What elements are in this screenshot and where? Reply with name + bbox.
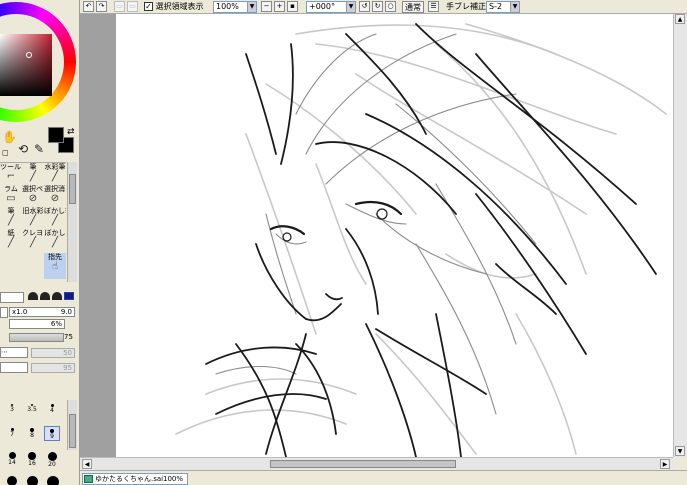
top-toolbar: ↶ ↷ ▭ ▭ ✓ 選択領域表示 100% ▼ − + ▪ +000° ▼ ↺ ↻ … [80,0,687,14]
size-preset-scrollbar[interactable] [67,400,77,450]
deselect-button[interactable]: ▭ [114,1,125,12]
size-preset-label: 3 [10,406,14,413]
brush-list-scrollbar[interactable] [67,162,77,282]
zoom-out-button[interactable]: − [261,1,272,12]
size-preset-label: 3.5 [27,406,37,413]
scroll-right-arrow[interactable]: ▶ [660,459,670,469]
size-preset-label: 9 [50,433,54,440]
size-preset[interactable]: 8 [24,426,40,439]
size-preset[interactable]: 3.5 [24,402,40,413]
swap-colors-icon[interactable]: ⇄ [67,127,75,137]
size-preset-label: 14 [8,459,16,466]
hand-icon[interactable]: ✋ [2,130,17,144]
size-preset[interactable]: 3 [4,402,20,413]
brush-shape-option-selected[interactable] [64,292,74,300]
size-preset-dot [47,452,57,461]
size-preset-label: 8 [30,432,34,439]
size-preset-dot[interactable] [7,476,17,485]
size-multiplier-arrow[interactable] [0,307,8,318]
zoom-reset-button[interactable]: ▪ [287,1,298,12]
density-slider[interactable] [9,333,64,342]
file-tab-bar: ゆかたるくちゃん.sai 100% [80,470,687,485]
rotation-reset-button[interactable]: ○ [385,1,396,12]
zoom-select[interactable]: 100% ▼ [213,1,257,13]
brush-tool-selected[interactable]: 指先 ☝ [44,253,66,279]
scroll-up-arrow[interactable]: ▲ [675,14,685,24]
min-size-field[interactable]: 6% [9,319,65,329]
brush-tool[interactable]: 紙 ╱ [0,229,22,255]
invert-selection-button[interactable]: ▭ [127,1,138,12]
zoom-in-button[interactable]: + [274,1,285,12]
tool-panel: ✋ ⟲ ✎ ⇄ ◻ ツール1⌐ 筆╱ 水彩筆╱ ラム▭ 選択ペン⊘ 選択消し⊘ … [0,0,80,485]
eyedropper-icon[interactable]: ✎ [34,142,44,156]
brush-shape-selector [28,292,74,300]
rotate-icon[interactable]: ⟲ [18,142,28,156]
horizontal-scroll-thumb[interactable] [270,460,456,468]
size-preset-label: 16 [28,460,36,467]
vertical-scrollbar[interactable]: ▲ ▼ [673,14,687,457]
size-preset[interactable]: 9 [44,426,60,441]
size-preset-dot [28,452,36,460]
density-value: 75 [64,333,73,341]
brush-mode-select[interactable] [0,292,24,303]
rotate-right-button[interactable]: ↻ [372,1,383,12]
size-preset-dot[interactable] [47,476,59,485]
brush-size-field[interactable]: x1.0 9.0 [9,307,75,317]
undo-button[interactable]: ↶ [83,1,94,12]
file-icon [84,475,93,483]
brush-shape-option[interactable] [52,292,62,300]
texture-strength-field[interactable]: 50 [31,348,75,358]
size-preset[interactable]: 4 [44,402,60,414]
size-preset-dot[interactable] [27,476,38,485]
flip-button[interactable]: ☰ [428,1,439,12]
color-picker-marker[interactable] [26,52,32,58]
line-art-sketch [175,23,667,457]
saturation-value-square[interactable] [0,34,52,96]
size-preset[interactable]: 14 [4,450,20,466]
selection-display-checkbox[interactable]: ✓ [144,2,153,11]
canvas-background-margin [80,14,116,457]
size-preset[interactable]: 16 [24,450,40,467]
size-preset-label: 4 [50,407,54,414]
selection-display-toggle[interactable]: ✓ 選択領域表示 [144,1,204,13]
horizontal-scrollbar[interactable]: ◀ ▶ [80,457,673,470]
size-preset-label: 7 [10,431,14,438]
rotation-select[interactable]: +000° ▼ [306,1,356,13]
brush-shape-option[interactable] [28,292,38,300]
file-tab[interactable]: ゆかたるくちゃん.sai 100% [82,473,188,485]
texture-select[interactable]: ⋯ [0,347,28,358]
size-preset-dot [8,452,16,459]
redo-button[interactable]: ↷ [96,1,107,12]
size-preset-label: 20 [48,461,56,468]
brush-tool[interactable]: ぼかし ╱ [44,229,66,255]
paint-tool-sai-window: ✋ ⟲ ✎ ⇄ ◻ ツール1⌐ 筆╱ 水彩筆╱ ラム▭ 選択ペン⊘ 選択消し⊘ … [0,0,687,485]
size-preset[interactable]: 20 [44,450,60,468]
stabilizer-label: 手ブレ補正 [446,2,486,11]
stabilizer-select[interactable]: S-2 ▼ [486,1,520,13]
scroll-left-arrow[interactable]: ◀ [82,459,92,469]
brush-shape-option[interactable] [40,292,50,300]
size-preset[interactable]: 7 [4,426,20,438]
texture2-strength-field[interactable]: 95 [31,363,75,373]
brush-tool-grid: ツール1⌐ 筆╱ 水彩筆╱ ラム▭ 選択ペン⊘ 選択消し⊘ 筆╱ 旧水彩╱ ぼか… [0,162,66,282]
brush-size-presets: 3 3.5 4 7 8 9 14 16 20 [0,398,66,485]
transparent-color-icon[interactable]: ◻ [2,148,9,157]
rotate-left-button[interactable]: ↺ [359,1,370,12]
blend-mode-button[interactable]: 通常 [402,1,424,13]
drawing-canvas[interactable] [116,14,673,457]
primary-color-swatch[interactable] [48,127,64,143]
brush-tool[interactable]: クレヨン╱ [22,229,44,255]
texture2-select[interactable] [0,362,28,373]
scroll-down-arrow[interactable]: ▼ [675,446,685,456]
